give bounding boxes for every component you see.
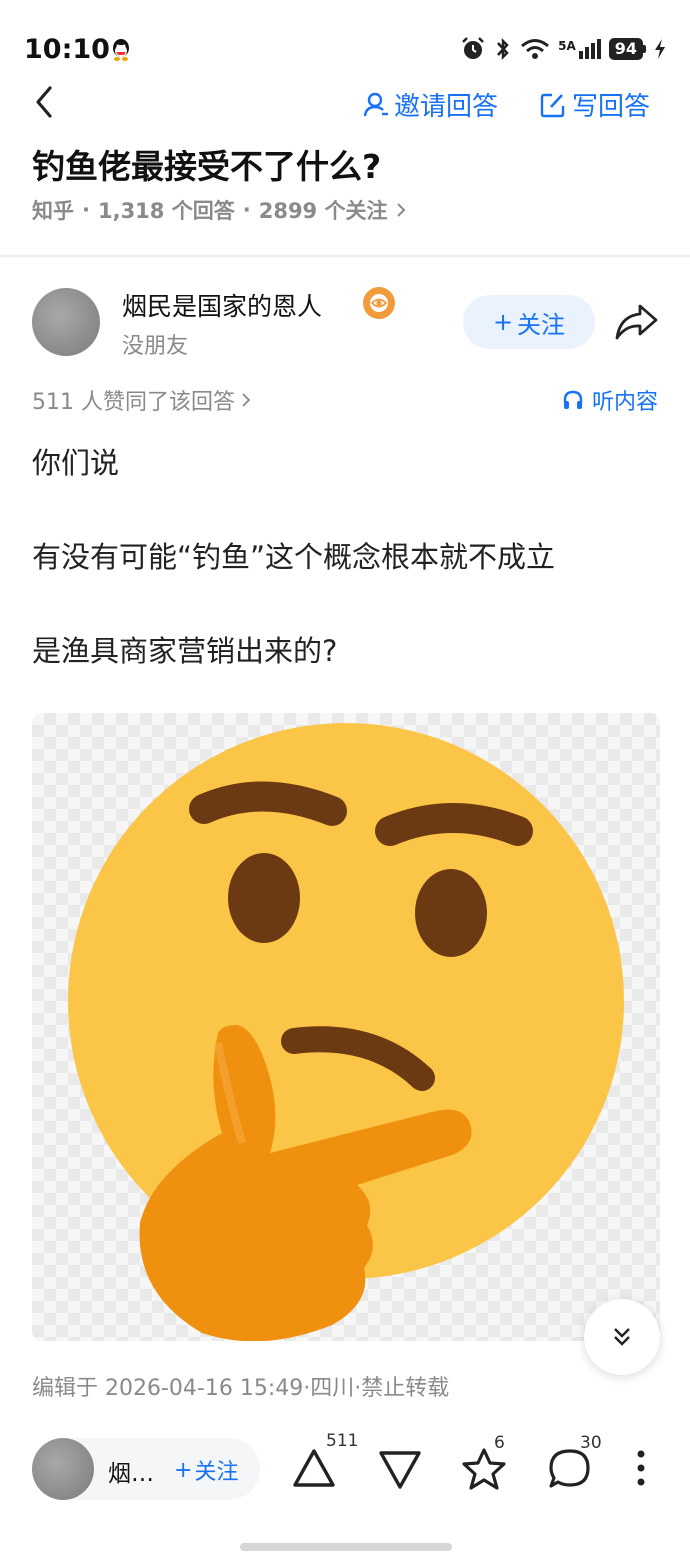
- bottom-author-avatar[interactable]: [32, 1438, 94, 1500]
- headphones-icon: [563, 390, 583, 409]
- bluetooth-icon: [497, 37, 509, 61]
- comment-count: 30: [580, 1433, 602, 1453]
- write-answer-button[interactable]: 写回答: [540, 86, 650, 123]
- answer-paragraph: 是渔具商家营销出来的?: [32, 634, 338, 668]
- author-subtitle: 没朋友: [122, 334, 189, 359]
- answer-count: 1,318 个回答: [97, 199, 235, 223]
- charging-icon: [655, 39, 665, 59]
- follow-button[interactable]: + 关注: [463, 295, 595, 349]
- qq-notification-icon: [113, 39, 129, 61]
- upvote-triangle-icon: [293, 1449, 335, 1487]
- plus-icon: +: [492, 308, 514, 336]
- home-indicator[interactable]: [240, 1543, 452, 1551]
- more-vertical-icon: [637, 1450, 645, 1486]
- battery-icon: 94: [608, 38, 646, 60]
- person-icon: [363, 92, 388, 116]
- thinking-emoji-image[interactable]: [32, 713, 660, 1341]
- wifi-icon: [521, 39, 550, 59]
- source-label: 知乎: [32, 199, 74, 223]
- answer-paragraph: 有没有可能“钓鱼”这个概念根本就不成立: [32, 540, 556, 574]
- chevron-right-icon: [397, 203, 406, 217]
- bottom-follow-button[interactable]: + 关注: [174, 1454, 238, 1486]
- invite-answer-label: 邀请回答: [394, 92, 499, 122]
- eye-badge-icon: [363, 287, 395, 319]
- follow-label: 关注: [517, 310, 566, 339]
- question-meta[interactable]: 知乎 · 1,318 个回答 · 2899 个关注: [32, 195, 407, 225]
- alarm-icon: [462, 37, 484, 59]
- edit-icon: [540, 93, 565, 117]
- scroll-down-button[interactable]: [584, 1299, 660, 1375]
- back-button[interactable]: [28, 84, 64, 120]
- status-icons: 5A 94: [460, 36, 666, 62]
- author-name[interactable]: 烟民是国家的恩人: [122, 287, 322, 323]
- upvote-info[interactable]: 511 人赞同了该回答: [32, 384, 251, 416]
- author-avatar[interactable]: [32, 288, 100, 356]
- chevron-right-icon: [242, 393, 251, 407]
- share-button[interactable]: [612, 300, 660, 344]
- bottom-author-name[interactable]: 烟…: [108, 1454, 154, 1488]
- status-time: 10:10: [24, 34, 110, 65]
- upvote-text: 511 人赞同了该回答: [32, 390, 235, 415]
- edit-info: 编辑于 2026-04-16 15:49·四川·禁止转载: [32, 1376, 450, 1401]
- star-icon: [462, 1448, 506, 1490]
- write-answer-label: 写回答: [572, 92, 651, 122]
- header-divider: [0, 255, 690, 257]
- invite-answer-button[interactable]: 邀请回答: [362, 86, 498, 123]
- follower-count: 2899 个关注: [258, 199, 388, 223]
- listen-button[interactable]: 听内容: [562, 384, 658, 416]
- comment-bubble-icon: [549, 1449, 590, 1488]
- collect-count: 6: [494, 1433, 505, 1453]
- signal-icon: 5A: [558, 39, 601, 59]
- question-title[interactable]: 钓鱼佬最接受不了什么?: [32, 140, 381, 188]
- downvote-triangle-icon: [379, 1451, 421, 1489]
- plus-icon: +: [174, 1457, 193, 1483]
- more-button[interactable]: [626, 1444, 656, 1492]
- downvote-button[interactable]: [376, 1446, 424, 1494]
- double-chevron-down-icon: [614, 1328, 630, 1346]
- listen-label: 听内容: [591, 390, 658, 415]
- upvote-button[interactable]: [290, 1444, 338, 1492]
- bottom-follow-label: 关注: [194, 1460, 239, 1485]
- answer-paragraph: 你们说: [32, 446, 120, 480]
- upvote-count: 511: [326, 1431, 359, 1451]
- thinking-face-emoji: [68, 723, 624, 1341]
